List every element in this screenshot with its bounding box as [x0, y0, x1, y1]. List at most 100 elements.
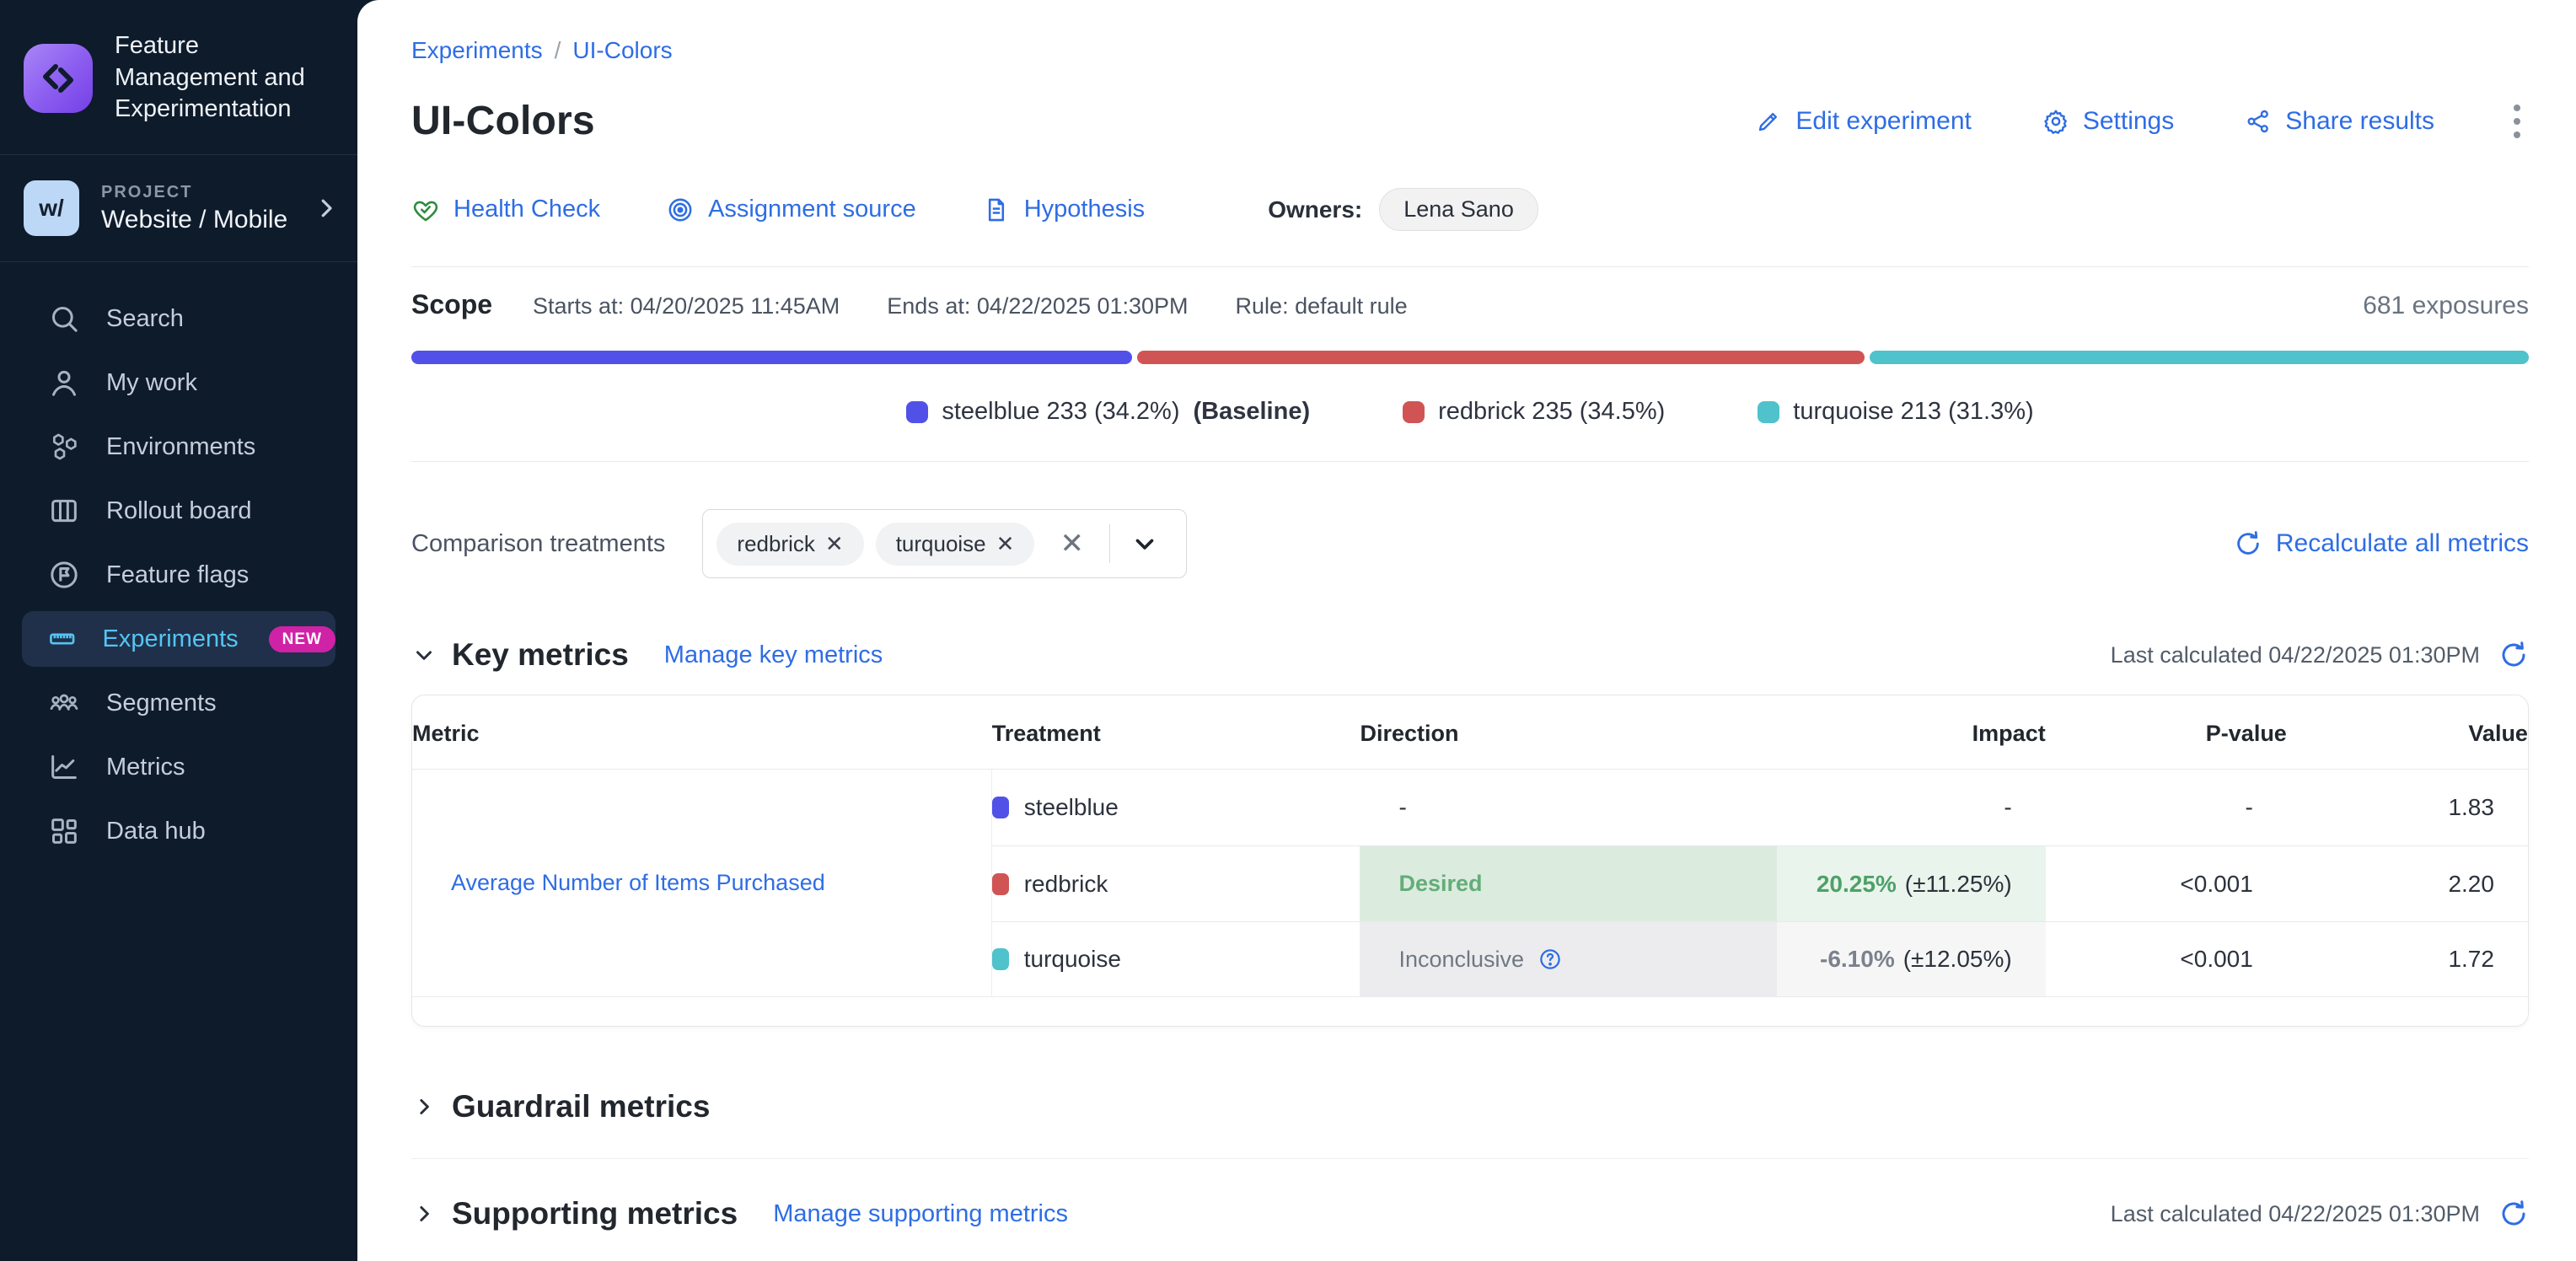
- sidebar-item-label: Experiments: [103, 625, 239, 653]
- sidebar-item-label: Metrics: [106, 754, 185, 781]
- app-title: Feature Management and Experimentation: [115, 30, 334, 126]
- value-cell: 1.72: [2287, 921, 2528, 997]
- chip-redbrick[interactable]: redbrick ✕: [716, 523, 863, 566]
- redbrick-swatch: [1403, 401, 1425, 423]
- col-impact: Impact: [1777, 695, 2046, 770]
- expand-icon[interactable]: [411, 1201, 437, 1226]
- chevron-down-icon[interactable]: [1122, 529, 1167, 558]
- value-cell: 1.83: [2287, 770, 2528, 845]
- project-switcher[interactable]: w/ PROJECT Website / Mobile: [0, 155, 357, 262]
- assignment-source-link[interactable]: Assignment source: [666, 196, 916, 224]
- legend-item-steelblue: steelblue 233 (34.2%) (Baseline): [906, 398, 1310, 426]
- refresh-icon[interactable]: [2498, 640, 2529, 670]
- treatment-cell: turquoise: [992, 921, 1360, 997]
- main-content: Experiments / UI-Colors UI-Colors Edit e…: [357, 0, 2576, 1261]
- p-value-cell: -: [2046, 770, 2287, 845]
- sidebar-item-label: Feature flags: [106, 561, 249, 589]
- refresh-icon: [2234, 529, 2262, 558]
- breadcrumb-current-link[interactable]: UI-Colors: [572, 37, 672, 64]
- owners-label: Owners:: [1268, 196, 1362, 223]
- more-options-button[interactable]: [2505, 99, 2529, 143]
- manage-key-metrics-link[interactable]: Manage key metrics: [664, 641, 883, 669]
- sidebar-item-label: Environments: [106, 433, 255, 461]
- metric-link[interactable]: Average Number of Items Purchased: [451, 870, 825, 896]
- expand-icon[interactable]: [411, 1094, 437, 1119]
- sidebar-item-label: Data hub: [106, 818, 206, 845]
- sidebar-nav: Search My work Environments Rollout boar…: [0, 262, 357, 867]
- value-cell: 2.20: [2287, 845, 2528, 921]
- sidebar-item-label: Segments: [106, 690, 217, 717]
- col-metric: Metric: [412, 695, 992, 770]
- bullseye-icon: [666, 196, 695, 224]
- distribution-segment-redbrick: [1137, 351, 1865, 364]
- steelblue-swatch: [992, 797, 1009, 818]
- hypothesis-link[interactable]: Hypothesis: [982, 196, 1145, 224]
- help-icon[interactable]: [1538, 947, 1563, 972]
- legend-item-turquoise: turquoise 213 (31.3%): [1758, 398, 2033, 426]
- document-icon: [982, 196, 1011, 224]
- comparison-label: Comparison treatments: [411, 530, 665, 558]
- redbrick-swatch: [992, 873, 1009, 895]
- sidebar-item-search[interactable]: Search: [22, 291, 335, 346]
- col-treatment: Treatment: [992, 695, 1360, 770]
- breadcrumb-separator: /: [555, 37, 561, 64]
- new-badge: NEW: [269, 626, 335, 652]
- key-metrics-header: Key metrics Manage key metrics Last calc…: [411, 637, 2529, 673]
- guardrail-metrics-section: Guardrail metrics: [411, 1052, 2529, 1159]
- share-icon: [2245, 108, 2272, 135]
- header-actions: Edit experiment Settings Share results: [1755, 99, 2529, 143]
- sidebar-item-metrics[interactable]: Metrics: [22, 739, 335, 795]
- project-name: Website / Mobile: [101, 206, 287, 234]
- supporting-metrics-title: Supporting metrics: [452, 1196, 738, 1231]
- impact-cell: 20.25% (±11.25%): [1777, 845, 2046, 921]
- comparison-treatments-select[interactable]: redbrick ✕ turquoise ✕ ✕: [702, 509, 1187, 578]
- metric-name-cell: Average Number of Items Purchased: [412, 770, 992, 997]
- gear-icon: [2042, 108, 2069, 135]
- impact-cell: -: [1777, 770, 2046, 845]
- manage-supporting-metrics-link[interactable]: Manage supporting metrics: [773, 1200, 1068, 1228]
- key-metrics-title: Key metrics: [452, 637, 629, 673]
- treatment-cell: steelblue: [992, 770, 1360, 845]
- last-calculated-text: Last calculated 04/22/2025 01:30PM: [2111, 642, 2480, 668]
- collapse-icon[interactable]: [411, 642, 437, 668]
- remove-chip-icon[interactable]: ✕: [825, 531, 844, 557]
- sidebar-item-experiments[interactable]: Experiments NEW: [22, 611, 335, 667]
- treatment-distribution-bar: [411, 351, 2529, 364]
- scope-section: Scope Starts at: 04/20/2025 11:45AM Ends…: [411, 266, 2529, 462]
- exposures-count: 681 exposures: [2363, 292, 2529, 320]
- share-results-button[interactable]: Share results: [2245, 107, 2434, 136]
- sidebar-item-my-work[interactable]: My work: [22, 355, 335, 410]
- project-label: PROJECT: [101, 183, 287, 202]
- chevron-right-icon: [314, 196, 339, 221]
- remove-chip-icon[interactable]: ✕: [996, 531, 1015, 557]
- breadcrumb-experiments-link[interactable]: Experiments: [411, 37, 543, 64]
- legend-item-redbrick: redbrick 235 (34.5%): [1403, 398, 1665, 426]
- sidebar-item-environments[interactable]: Environments: [22, 419, 335, 475]
- recalculate-all-metrics-button[interactable]: Recalculate all metrics: [2234, 529, 2529, 558]
- p-value-cell: <0.001: [2046, 921, 2287, 997]
- sidebar-item-segments[interactable]: Segments: [22, 675, 335, 731]
- distribution-legend: steelblue 233 (34.2%) (Baseline) redbric…: [411, 398, 2529, 426]
- supporting-metrics-section: Supporting metrics Manage supporting met…: [411, 1159, 2529, 1261]
- p-value-cell: <0.001: [2046, 845, 2287, 921]
- sidebar-item-rollout-board[interactable]: Rollout board: [22, 483, 335, 539]
- impact-cell: -6.10% (±12.05%): [1777, 921, 2046, 997]
- health-check-link[interactable]: Health Check: [411, 196, 600, 224]
- page-title: UI-Colors: [411, 98, 595, 144]
- breadcrumb: Experiments / UI-Colors: [411, 25, 2529, 86]
- sidebar-item-feature-flags[interactable]: Feature flags: [22, 547, 335, 603]
- sidebar: Feature Management and Experimentation w…: [0, 0, 357, 1261]
- edit-experiment-button[interactable]: Edit experiment: [1755, 107, 1971, 136]
- scope-rule: Rule: default rule: [1236, 293, 1408, 319]
- chip-turquoise[interactable]: turquoise ✕: [876, 523, 1035, 566]
- sidebar-item-data-hub[interactable]: Data hub: [22, 803, 335, 859]
- clear-all-icon[interactable]: ✕: [1046, 527, 1097, 561]
- refresh-icon[interactable]: [2498, 1199, 2529, 1229]
- turquoise-swatch: [992, 948, 1009, 970]
- treatment-cell: redbrick: [992, 845, 1360, 921]
- last-calculated-text: Last calculated 04/22/2025 01:30PM: [2111, 1201, 2480, 1227]
- app-header: Feature Management and Experimentation: [0, 0, 357, 155]
- owner-pill[interactable]: Lena Sano: [1379, 188, 1538, 231]
- settings-button[interactable]: Settings: [2042, 107, 2174, 136]
- sidebar-item-label: Rollout board: [106, 497, 252, 525]
